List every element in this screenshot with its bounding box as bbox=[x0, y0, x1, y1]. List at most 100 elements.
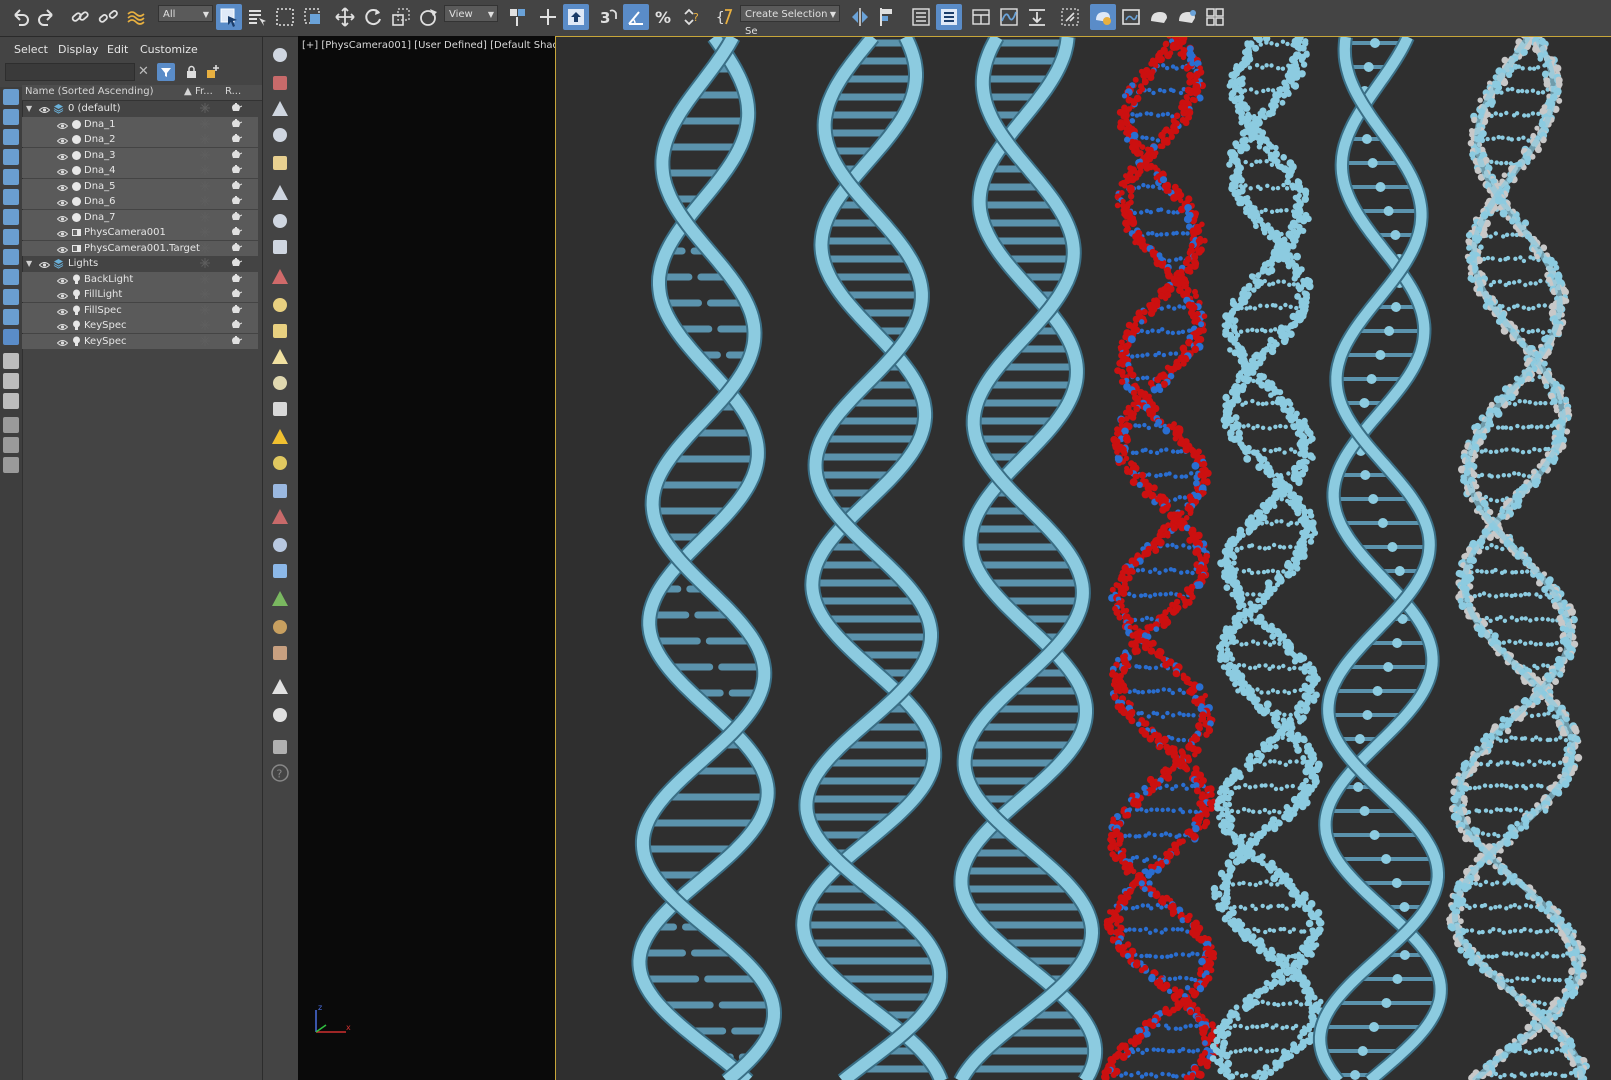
renderable-teapot-icon[interactable] bbox=[230, 103, 243, 113]
clear-search-icon[interactable]: ✕ bbox=[138, 64, 149, 79]
spinner-snap-icon[interactable]: ? bbox=[679, 4, 705, 30]
display-spacewarps-icon[interactable] bbox=[3, 209, 19, 225]
display-geometry-icon[interactable] bbox=[3, 109, 19, 125]
layer-row[interactable]: ▼ Lights bbox=[22, 256, 258, 271]
modify-icon[interactable] bbox=[270, 73, 290, 93]
display-containers-icon[interactable] bbox=[3, 289, 19, 305]
bind-spacewarp-icon[interactable] bbox=[123, 4, 149, 30]
display-lights-icon[interactable] bbox=[3, 149, 19, 165]
freeze-icon[interactable] bbox=[200, 242, 210, 253]
display-bones-icon[interactable] bbox=[3, 269, 19, 285]
renderable-teapot-icon[interactable] bbox=[230, 273, 243, 284]
visibility-eye-icon[interactable] bbox=[56, 166, 69, 175]
schematic-view-icon[interactable] bbox=[1024, 4, 1050, 30]
menu-customize[interactable]: Customize bbox=[140, 43, 198, 56]
renderable-teapot-icon[interactable] bbox=[230, 304, 243, 315]
visibility-eye-icon[interactable] bbox=[56, 306, 69, 315]
object-row[interactable]: Dna_2 bbox=[22, 132, 258, 147]
expand-toggle-icon[interactable]: ▼ bbox=[26, 256, 32, 271]
object-row[interactable]: PhysCamera001 bbox=[22, 225, 258, 240]
placement-icon[interactable] bbox=[416, 4, 442, 30]
visibility-eye-icon[interactable] bbox=[56, 337, 69, 346]
renderable-teapot-icon[interactable] bbox=[230, 258, 243, 268]
material-sphere-icon[interactable] bbox=[270, 677, 290, 697]
renderable-teapot-icon[interactable] bbox=[230, 335, 243, 346]
column-renderable-header[interactable]: R... bbox=[225, 86, 241, 97]
connect-icon[interactable] bbox=[270, 507, 290, 527]
freeze-icon[interactable] bbox=[200, 211, 210, 222]
freeze-icon[interactable] bbox=[200, 180, 210, 191]
loft-icon[interactable] bbox=[270, 535, 290, 555]
percent-snap-icon[interactable]: % bbox=[651, 4, 677, 30]
rendered-frame-window-icon[interactable] bbox=[1118, 4, 1144, 30]
keyboard-shortcut-override-icon[interactable] bbox=[563, 4, 589, 30]
named-selection-dropdown[interactable]: Create Selection Se ▼ bbox=[740, 5, 840, 37]
object-row[interactable]: FillLight bbox=[22, 287, 258, 302]
visibility-eye-icon[interactable] bbox=[56, 244, 69, 253]
pivot-center-icon[interactable] bbox=[504, 4, 530, 30]
object-row[interactable]: Dna_3 bbox=[22, 147, 258, 163]
filter-toggle-icon[interactable] bbox=[3, 437, 19, 453]
display-helpers-icon[interactable] bbox=[3, 189, 19, 205]
snaps-toggle-icon[interactable]: 3 bbox=[595, 4, 621, 30]
disc-icon[interactable] bbox=[270, 453, 290, 473]
object-row[interactable]: KeySpec bbox=[22, 333, 258, 349]
freeze-icon[interactable] bbox=[200, 304, 210, 315]
freeze-icon[interactable] bbox=[200, 320, 210, 330]
freeze-icon[interactable] bbox=[200, 134, 210, 144]
renderable-teapot-icon[interactable] bbox=[230, 196, 243, 206]
grass-icon[interactable] bbox=[270, 589, 290, 609]
visibility-eye-icon[interactable] bbox=[38, 259, 51, 268]
column-frozen-header[interactable]: Fr... bbox=[195, 86, 213, 97]
render-production-icon[interactable] bbox=[1146, 4, 1172, 30]
particle-icon[interactable] bbox=[270, 481, 290, 501]
undo-icon[interactable] bbox=[7, 4, 33, 30]
teapot-icon[interactable] bbox=[270, 373, 290, 393]
plane-icon[interactable] bbox=[270, 295, 290, 315]
visibility-eye-icon[interactable] bbox=[56, 275, 69, 284]
display-xrefs-icon[interactable] bbox=[3, 249, 19, 265]
display-influences-icon[interactable] bbox=[3, 373, 19, 389]
edit-named-selection-icon[interactable]: { bbox=[712, 4, 738, 30]
angle-snap-icon[interactable] bbox=[623, 4, 649, 30]
scene-states-icon[interactable] bbox=[270, 737, 290, 757]
expand-toggle-icon[interactable]: ▼ bbox=[26, 101, 32, 116]
display-children-icon[interactable] bbox=[3, 353, 19, 369]
visibility-eye-icon[interactable] bbox=[56, 213, 69, 222]
menu-display[interactable]: Display bbox=[58, 43, 99, 56]
lock-icon[interactable] bbox=[186, 65, 197, 82]
object-row[interactable]: Dna_5 bbox=[22, 178, 258, 194]
select-manipulate-icon[interactable] bbox=[535, 4, 561, 30]
object-row[interactable]: PhysCamera001.Target bbox=[22, 240, 258, 256]
visibility-eye-icon[interactable] bbox=[56, 120, 69, 129]
renderable-teapot-icon[interactable] bbox=[230, 165, 243, 175]
display-panel-icon[interactable] bbox=[270, 153, 290, 173]
helper-icon[interactable] bbox=[270, 237, 290, 257]
renderable-teapot-icon[interactable] bbox=[230, 149, 243, 160]
freeze-icon[interactable] bbox=[200, 273, 210, 284]
spacewarp-icon[interactable] bbox=[270, 267, 290, 287]
scene-explorer-toggle-icon[interactable] bbox=[908, 4, 934, 30]
rotate-icon[interactable] bbox=[360, 4, 386, 30]
ribbon-toggle-icon[interactable] bbox=[968, 4, 994, 30]
object-row[interactable]: Dna_7 bbox=[22, 209, 258, 225]
visibility-eye-icon[interactable] bbox=[56, 135, 69, 144]
safe-frame-render-area[interactable] bbox=[555, 36, 1611, 1080]
select-by-name-icon[interactable] bbox=[244, 4, 270, 30]
object-row[interactable]: FillSpec bbox=[22, 302, 258, 318]
cloth-icon[interactable] bbox=[270, 643, 290, 663]
search-input[interactable] bbox=[5, 63, 135, 81]
hierarchy-icon[interactable] bbox=[270, 99, 290, 119]
scale-icon[interactable] bbox=[388, 4, 414, 30]
workspace-grid-icon[interactable] bbox=[1202, 4, 1228, 30]
link-icon[interactable] bbox=[67, 4, 93, 30]
motion-icon[interactable] bbox=[270, 125, 290, 145]
move-icon[interactable] bbox=[332, 4, 358, 30]
display-dependents-icon[interactable] bbox=[3, 393, 19, 409]
visibility-eye-icon[interactable] bbox=[56, 228, 69, 237]
renderable-teapot-icon[interactable] bbox=[230, 227, 243, 237]
rect-selection-icon[interactable] bbox=[272, 4, 298, 30]
dome-icon[interactable] bbox=[270, 321, 290, 341]
renderable-teapot-icon[interactable] bbox=[230, 180, 243, 191]
renderable-teapot-icon[interactable] bbox=[230, 134, 243, 144]
